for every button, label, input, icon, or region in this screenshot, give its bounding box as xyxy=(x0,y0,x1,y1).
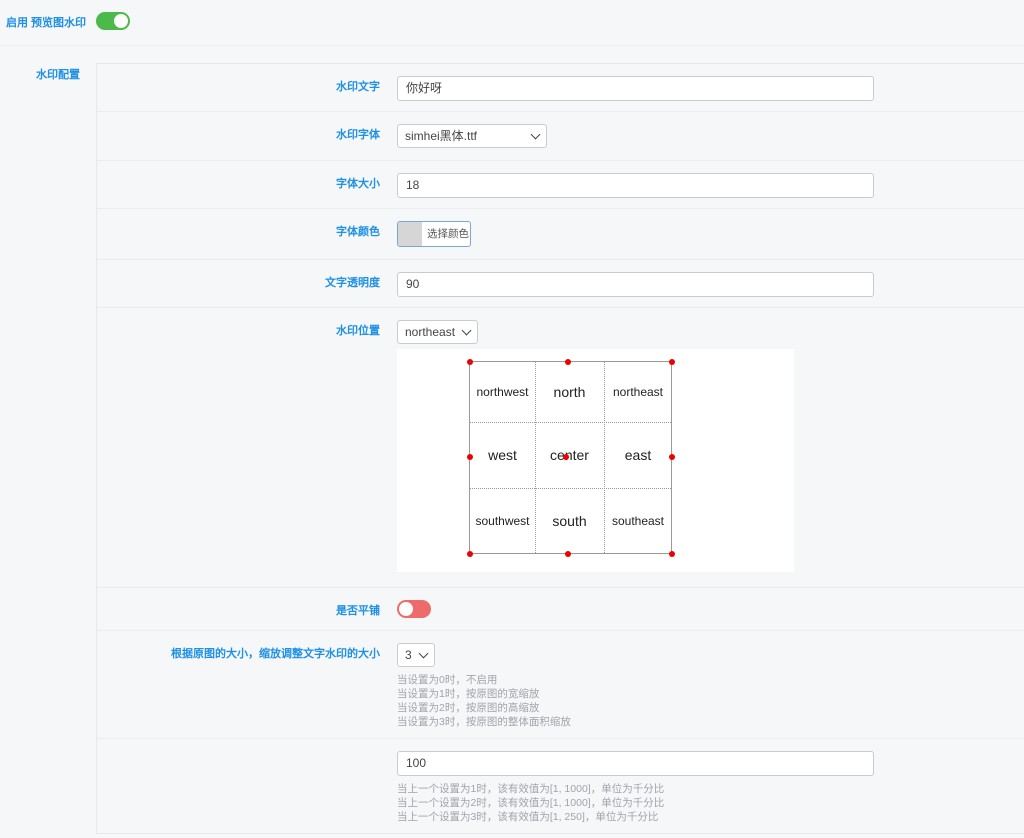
anchor-dot xyxy=(669,359,675,365)
row-text: 水印文字 你好呀 xyxy=(97,64,1024,112)
text-label: 水印文字 xyxy=(336,81,380,93)
opacity-label: 文字透明度 xyxy=(325,277,380,289)
row-tile: 是否平铺 xyxy=(97,588,1024,631)
color-picker-button[interactable]: 选择颜色 xyxy=(397,221,471,247)
row-opacity: 文字透明度 90 xyxy=(97,260,1024,308)
position-cell-west[interactable]: west xyxy=(470,422,535,488)
tile-toggle[interactable] xyxy=(397,600,431,618)
row-position: 水印位置 northeast northwest north northeast we… xyxy=(97,308,1024,588)
anchor-dot xyxy=(669,551,675,557)
font-value: simhei黑体.ttf xyxy=(405,129,478,143)
config-panel: 水印文字 你好呀 水印字体 simhei黑体.ttf 字体大小 18 字体颜色 … xyxy=(96,63,1024,834)
row-font: 水印字体 simhei黑体.ttf xyxy=(97,112,1024,161)
anchor-dot xyxy=(565,359,571,365)
position-cell-northwest[interactable]: northwest xyxy=(470,362,535,422)
ratio-input[interactable]: 100 xyxy=(397,751,874,776)
position-value: northeast xyxy=(405,325,456,339)
chevron-down-icon xyxy=(530,129,541,139)
help-line: 当设置为3时，按原图的整体面积缩放 xyxy=(397,716,571,728)
size-input[interactable]: 18 xyxy=(397,173,874,198)
help-line: 当上一个设置为1时，该有效值为[1, 1000]，单位为千分比 xyxy=(397,783,665,795)
text-input[interactable]: 你好呀 xyxy=(397,76,874,101)
anchor-dot xyxy=(467,551,473,557)
help-line: 当设置为1时，按原图的宽缩放 xyxy=(397,688,540,700)
row-size: 字体大小 18 xyxy=(97,161,1024,209)
position-cell-southwest[interactable]: southwest xyxy=(470,488,535,554)
color-button-label: 选择颜色 xyxy=(427,228,469,240)
row-scale: 根据原图的大小，缩放调整文字水印的大小 3 当设置为0时，不启用 当设置为1时，… xyxy=(97,631,1024,739)
color-label: 字体颜色 xyxy=(336,226,380,238)
position-cell-south[interactable]: south xyxy=(535,488,604,554)
scale-value: 3 xyxy=(405,648,412,662)
anchor-dot xyxy=(467,454,473,460)
enable-row: 启用 预览图水印 xyxy=(0,0,1024,46)
color-swatch xyxy=(398,222,422,246)
anchor-dot xyxy=(669,454,675,460)
position-grid: northwest north northeast west center east sou… xyxy=(467,359,675,557)
help-line: 当上一个设置为2时，该有效值为[1, 1000]，单位为千分比 xyxy=(397,797,665,809)
anchor-dot xyxy=(563,454,569,460)
position-select[interactable]: northeast xyxy=(397,320,479,344)
position-cell-east[interactable]: east xyxy=(604,422,672,488)
font-select[interactable]: simhei黑体.ttf xyxy=(397,124,547,148)
scale-label: 根据原图的大小，缩放调整文字水印的大小 xyxy=(171,648,380,660)
row-ratio: 100 当上一个设置为1时，该有效值为[1, 1000]，单位为千分比 当上一个… xyxy=(97,739,1024,835)
position-cell-north[interactable]: north xyxy=(535,362,604,422)
help-line: 当上一个设置为3时，该有效值为[1, 250]，单位为千分比 xyxy=(397,811,659,823)
chevron-down-icon xyxy=(418,648,429,658)
enable-toggle[interactable] xyxy=(96,12,130,30)
anchor-dot xyxy=(565,551,571,557)
position-cell-southeast[interactable]: southeast xyxy=(604,488,672,554)
position-cell-northeast[interactable]: northeast xyxy=(604,362,672,422)
position-cell-center[interactable]: center xyxy=(535,422,604,488)
scale-select[interactable]: 3 xyxy=(397,643,435,667)
row-color: 字体颜色 选择颜色 xyxy=(97,209,1024,260)
size-label: 字体大小 xyxy=(336,178,380,190)
help-line: 当设置为2时，按原图的高缩放 xyxy=(397,702,540,714)
font-label: 水印字体 xyxy=(336,129,380,141)
position-diagram: northwest north northeast west center east sou… xyxy=(397,349,794,572)
ratio-help: 当上一个设置为1时，该有效值为[1, 1000]，单位为千分比 当上一个设置为2… xyxy=(397,782,874,824)
opacity-input[interactable]: 90 xyxy=(397,272,874,297)
anchor-dot xyxy=(467,359,473,365)
config-label: 水印配置 xyxy=(36,69,80,81)
help-line: 当设置为0时，不启用 xyxy=(397,674,498,686)
scale-help: 当设置为0时，不启用 当设置为1时，按原图的宽缩放 当设置为2时，按原图的高缩放… xyxy=(397,673,571,729)
position-label: 水印位置 xyxy=(336,325,380,337)
tile-label: 是否平铺 xyxy=(336,605,380,617)
enable-label: 启用 预览图水印 xyxy=(6,17,87,29)
chevron-down-icon xyxy=(461,325,472,335)
